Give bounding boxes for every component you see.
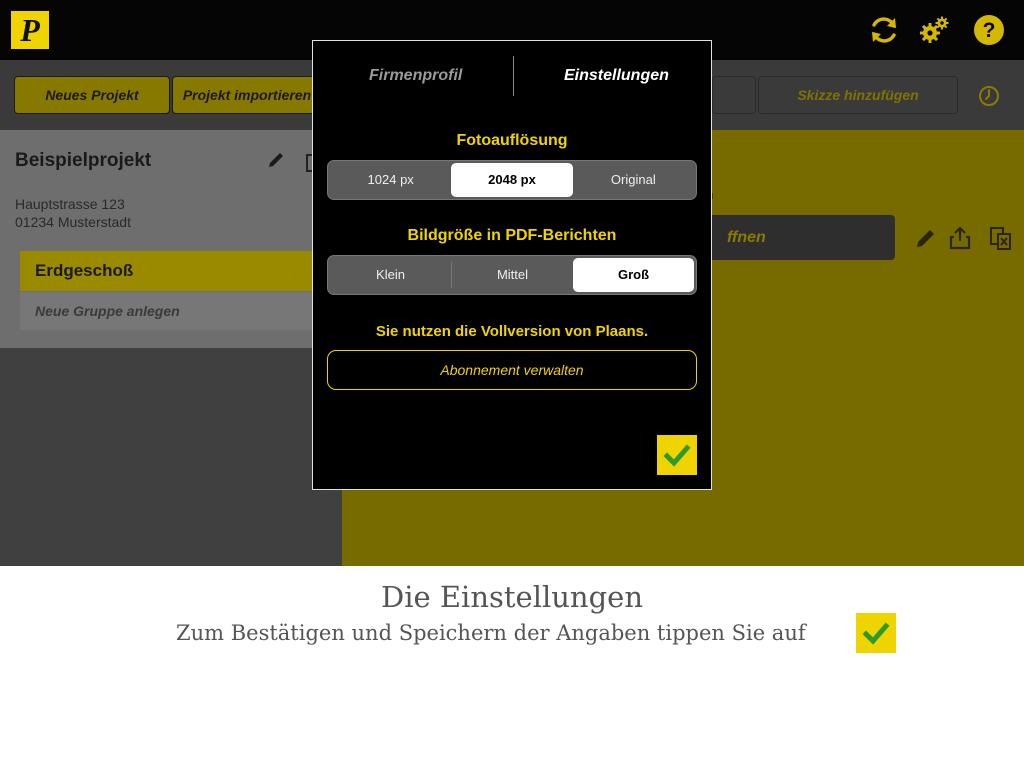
app-logo: P [11,11,49,49]
size-option-large[interactable]: Groß [573,258,694,292]
project-panel: Beispielprojekt Hauptstrasse 123 01234 M… [0,130,342,348]
import-project-button[interactable]: Projekt importieren [172,76,322,114]
new-project-button[interactable]: Neues Projekt [14,76,170,114]
pdf-export-icon[interactable] [988,225,1014,251]
project-name: Beispielprojekt [15,150,152,171]
edit-project-icon[interactable] [266,150,286,170]
add-sketch-button[interactable]: Skizze hinzufügen [758,76,958,114]
tab-settings[interactable]: Einstellungen [564,67,669,85]
project-city: 01234 Musterstadt [15,214,131,230]
project-street: Hauptstrasse 123 [15,196,125,212]
help-icon[interactable]: ? [973,14,1005,46]
open-button[interactable]: ffnen [697,215,895,260]
clock-icon[interactable] [978,85,1000,107]
resolution-option-1024[interactable]: 1024 px [330,163,451,197]
toolbar-button-hidden[interactable] [712,76,756,114]
tab-divider [513,56,514,96]
tab-company-profile[interactable]: Firmenprofil [369,67,462,85]
refresh-icon[interactable] [868,14,900,46]
photo-resolution-control: 1024 px 2048 px Original [327,160,697,200]
caption-title: Die Einstellungen [380,580,644,614]
image-size-title: Bildgröße in PDF-Berichten [407,227,617,244]
subscription-status: Sie nutzen die Vollversion von Plaans. [375,323,649,340]
group-item-selected[interactable]: Erdgeschoß [20,251,342,291]
photo-resolution-title: Fotoauflösung [456,132,568,149]
size-option-medium[interactable]: Mittel [452,258,573,292]
open-button-label: ffnen [727,229,766,246]
resolution-option-original[interactable]: Original [573,163,694,197]
left-panel-empty [0,348,342,566]
settings-dialog: Firmenprofil Einstellungen Fotoauflösung… [312,40,712,490]
share-icon[interactable] [947,225,973,251]
edit-icon[interactable] [913,225,939,251]
caption-area: Die Einstellungen Zum Bestätigen und Spe… [0,566,1024,768]
gears-icon[interactable] [918,14,950,46]
caption-subtitle: Zum Bestätigen und Speichern der Angaben… [176,621,806,645]
manage-subscription-button[interactable]: Abonnement verwalten [327,350,697,390]
resolution-option-2048[interactable]: 2048 px [451,163,573,197]
new-group-item[interactable]: Neue Gruppe anlegen [20,292,342,330]
app-screen: P ? Neues Projekt Projekt importieren Sk… [0,0,1024,566]
size-option-small[interactable]: Klein [330,258,451,292]
help-glyph: ? [983,19,996,42]
image-size-control: Klein Mittel Groß [327,255,697,295]
checkmark-icon [862,622,890,645]
checkmark-icon [663,444,691,467]
confirm-button[interactable] [657,435,697,475]
caption-checkmark [856,613,896,653]
